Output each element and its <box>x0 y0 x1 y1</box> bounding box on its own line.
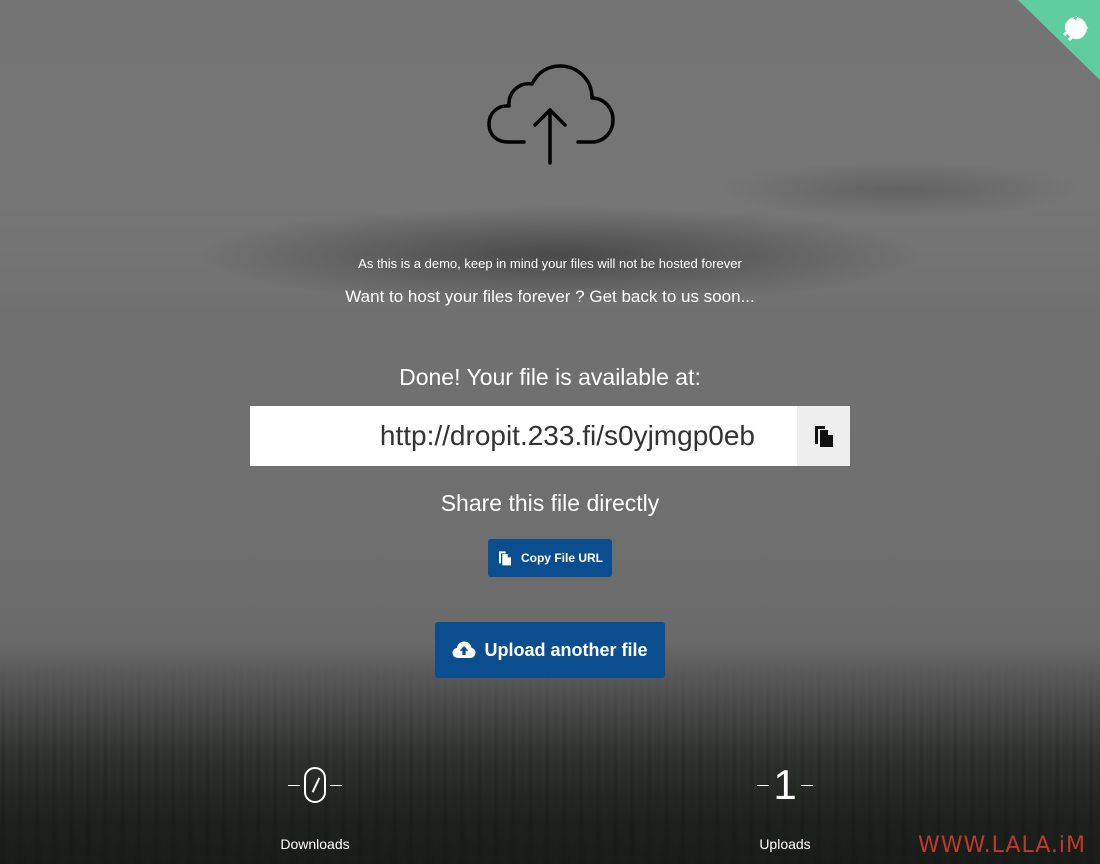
uploads-count: 1 <box>685 760 885 810</box>
hosting-notice: Want to host your files forever ? Get ba… <box>345 287 755 306</box>
demo-notice: As this is a demo, keep in mind your fil… <box>358 256 742 271</box>
dash-right <box>330 784 342 786</box>
downloads-zero-glyph <box>304 767 326 803</box>
share-heading: Share this file directly <box>440 490 660 516</box>
uploads-label: Uploads <box>759 836 811 852</box>
watermark: WWW.LALA.iM <box>917 833 1086 858</box>
file-url-box <box>250 406 850 466</box>
cloud-upload-icon <box>487 64 615 165</box>
copy-file-url-label: Copy File URL <box>520 551 603 565</box>
result-heading: Done! Your file is available at: <box>399 364 701 390</box>
downloads-label: Downloads <box>280 836 350 852</box>
copy-icon <box>498 551 511 566</box>
github-cat-icon <box>1062 15 1089 42</box>
url-copy-button[interactable] <box>797 406 850 466</box>
dash-right <box>800 784 813 786</box>
uploads-value: 1 <box>773 761 797 808</box>
upload-another-file-button[interactable]: Upload another file <box>435 622 665 678</box>
upload-another-file-label: Upload another file <box>484 639 648 660</box>
dash-left <box>757 784 770 786</box>
copy-file-url-button[interactable]: Copy File URL <box>488 539 612 577</box>
uploads-stat: 1 Uploads <box>685 760 885 852</box>
downloads-count <box>215 760 415 810</box>
github-corner-link[interactable] <box>1018 0 1100 80</box>
cloud-upload-icon <box>452 641 476 658</box>
file-url-field[interactable] <box>250 406 797 466</box>
copy-icon <box>814 426 833 447</box>
dash-left <box>288 784 300 786</box>
downloads-stat: Downloads <box>215 760 415 852</box>
